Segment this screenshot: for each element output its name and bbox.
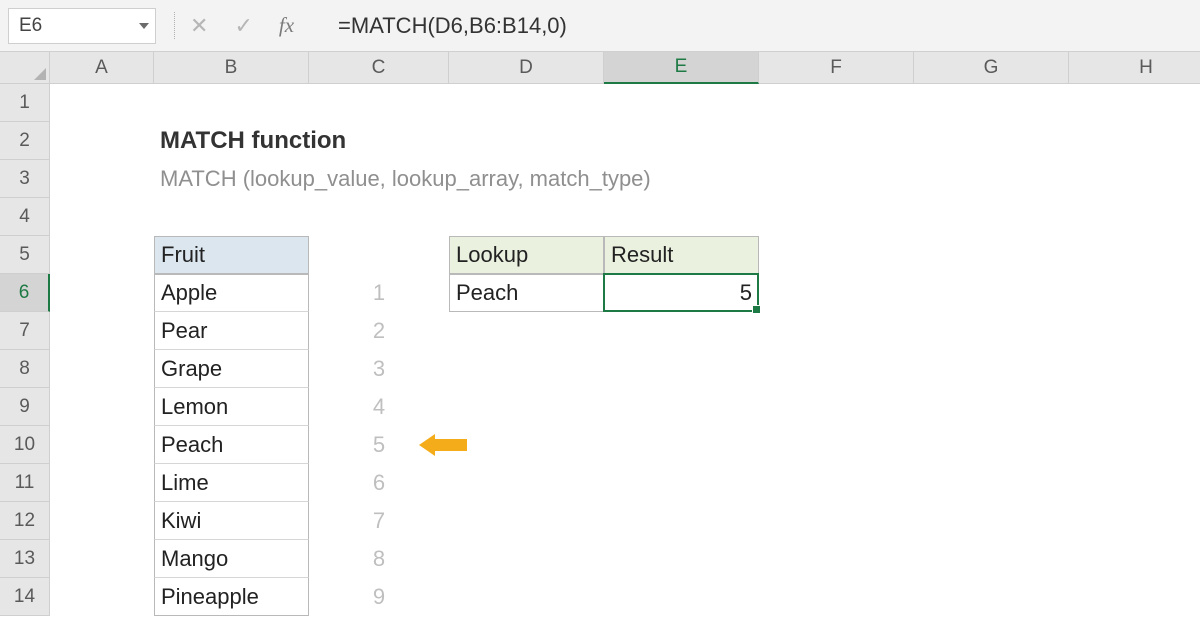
fruit-cell[interactable]: Grape [154, 350, 309, 388]
column-headers: ABCDEFGH [50, 52, 1200, 84]
column-header-H[interactable]: H [1069, 52, 1200, 84]
enter-icon[interactable]: ✓ [234, 13, 252, 39]
index-number: 1 [309, 274, 449, 312]
fruit-cell[interactable]: Pineapple [154, 578, 309, 616]
column-header-E[interactable]: E [604, 52, 759, 84]
index-number: 2 [309, 312, 449, 350]
page-subtitle: MATCH (lookup_value, lookup_array, match… [154, 160, 1069, 198]
row-header-10[interactable]: 10 [0, 426, 50, 464]
row-header-9[interactable]: 9 [0, 388, 50, 426]
index-number: 8 [309, 540, 449, 578]
fruit-cell[interactable]: Lime [154, 464, 309, 502]
column-header-A[interactable]: A [50, 52, 154, 84]
row-header-13[interactable]: 13 [0, 540, 50, 578]
fruit-cell[interactable]: Mango [154, 540, 309, 578]
row-header-14[interactable]: 14 [0, 578, 50, 616]
index-number: 4 [309, 388, 449, 426]
lookup-value-cell[interactable]: Peach [449, 274, 604, 312]
row-headers: 1234567891011121314 [0, 84, 50, 616]
result-header[interactable]: Result [604, 236, 759, 274]
index-number: 7 [309, 502, 449, 540]
fruit-cell[interactable]: Lemon [154, 388, 309, 426]
fruit-cell[interactable]: Apple [154, 274, 309, 312]
formula-bar-divider [164, 0, 184, 51]
select-all-corner[interactable] [0, 52, 50, 84]
fruit-table-header[interactable]: Fruit [154, 236, 309, 274]
fruit-cell[interactable]: Kiwi [154, 502, 309, 540]
cancel-icon[interactable]: ✕ [190, 13, 208, 39]
column-header-D[interactable]: D [449, 52, 604, 84]
cells-area[interactable]: MATCH functionMATCH (lookup_value, looku… [50, 84, 1200, 629]
row-header-5[interactable]: 5 [0, 236, 50, 274]
row-header-4[interactable]: 4 [0, 198, 50, 236]
arrow-annotation-icon [419, 432, 475, 458]
row-header-7[interactable]: 7 [0, 312, 50, 350]
column-header-F[interactable]: F [759, 52, 914, 84]
result-value-cell[interactable]: 5 [604, 274, 759, 312]
fx-icon[interactable]: fx [279, 13, 294, 38]
row-header-1[interactable]: 1 [0, 84, 50, 122]
index-number: 9 [309, 578, 449, 616]
column-header-C[interactable]: C [309, 52, 449, 84]
active-cell-ref: E6 [19, 15, 42, 37]
row-header-3[interactable]: 3 [0, 160, 50, 198]
column-header-B[interactable]: B [154, 52, 309, 84]
row-header-8[interactable]: 8 [0, 350, 50, 388]
index-number: 6 [309, 464, 449, 502]
row-header-11[interactable]: 11 [0, 464, 50, 502]
formula-bar: E6 ✕ ✓ fx =MATCH(D6,B6:B14,0) [0, 0, 1200, 52]
fruit-cell[interactable]: Peach [154, 426, 309, 464]
name-box-dropdown-icon[interactable] [139, 23, 149, 29]
row-header-12[interactable]: 12 [0, 502, 50, 540]
name-box[interactable]: E6 [8, 8, 156, 44]
spreadsheet-grid: ABCDEFGH 1234567891011121314 MATCH funct… [0, 52, 1200, 629]
index-number: 3 [309, 350, 449, 388]
row-header-6[interactable]: 6 [0, 274, 50, 312]
formula-bar-buttons: ✕ ✓ fx [184, 0, 312, 51]
column-header-G[interactable]: G [914, 52, 1069, 84]
name-box-wrap: E6 [0, 0, 164, 51]
formula-input[interactable]: =MATCH(D6,B6:B14,0) [312, 0, 1200, 51]
page-title: MATCH function [154, 122, 914, 160]
formula-text: =MATCH(D6,B6:B14,0) [338, 13, 567, 39]
row-header-2[interactable]: 2 [0, 122, 50, 160]
lookup-header[interactable]: Lookup [449, 236, 604, 274]
fruit-cell[interactable]: Pear [154, 312, 309, 350]
